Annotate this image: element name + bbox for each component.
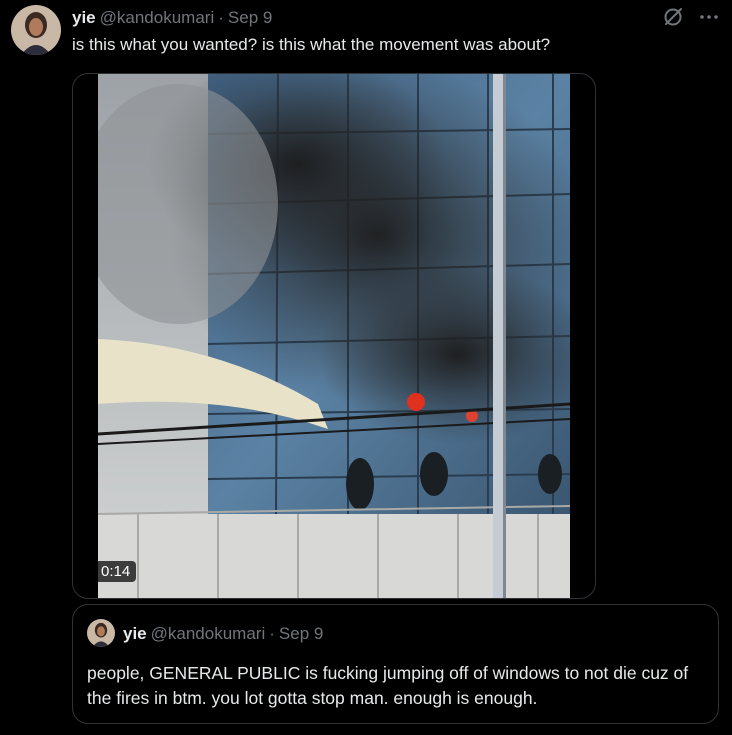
author-name[interactable]: yie <box>72 8 96 28</box>
quoted-tweet[interactable]: yie @kandokumari · Sep 9 people, GENERAL… <box>72 604 719 724</box>
quoted-author-avatar[interactable] <box>87 619 115 647</box>
separator-dot: · <box>269 624 275 643</box>
avatar-image <box>87 619 115 647</box>
author-handle[interactable]: @kandokumari <box>100 8 215 28</box>
video-duration: 0:14 <box>95 561 137 582</box>
quoted-author-name: yie <box>123 624 147 643</box>
quoted-tweet-text: people, GENERAL PUBLIC is fucking jumpin… <box>87 663 689 708</box>
video-player[interactable]: 0:14 <box>72 73 596 599</box>
author-avatar[interactable] <box>11 5 61 55</box>
tweet-text: is this what you wanted? is this what th… <box>72 35 551 54</box>
avatar-image <box>11 5 61 55</box>
tweet-timestamp[interactable]: Sep 9 <box>228 8 272 28</box>
quoted-tweet-header: yie @kandokumari · Sep 9 <box>123 624 323 644</box>
separator-dot: · <box>218 8 224 27</box>
quoted-author-handle: @kandokumari <box>150 624 266 643</box>
video-thumbnail <box>98 74 570 598</box>
tweet-header: yie @kandokumari · Sep 9 <box>72 8 272 28</box>
grok-icon[interactable] <box>662 6 684 28</box>
more-icon[interactable] <box>698 6 720 28</box>
quoted-tweet-timestamp: Sep 9 <box>278 624 324 643</box>
